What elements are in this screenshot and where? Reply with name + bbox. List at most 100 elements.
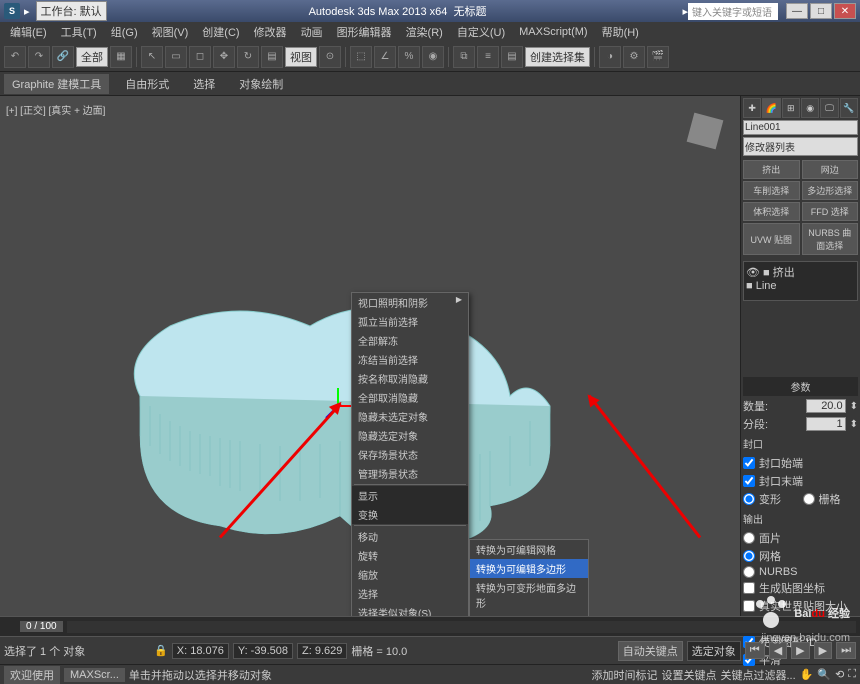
ribbon-graphite[interactable]: Graphite 建模工具 <box>4 74 109 94</box>
keyfilter-button[interactable]: 关键点过滤器... <box>721 667 796 683</box>
viewcube[interactable] <box>680 106 730 156</box>
out-mesh-radio[interactable] <box>743 550 755 562</box>
undo-button[interactable]: ↶ <box>4 46 26 68</box>
ctx-item[interactable]: 选择类似对象(S) <box>352 603 468 616</box>
refcoord-select[interactable]: 视图 <box>285 47 317 67</box>
maxscript-tab[interactable]: MAXScr... <box>64 668 125 682</box>
cap-start-check[interactable] <box>743 457 755 469</box>
play-start[interactable]: ⏮ <box>745 642 765 659</box>
workspace-selector[interactable]: 工作台: 默认 <box>36 1 107 21</box>
menu-create[interactable]: 创建(C) <box>196 22 245 42</box>
material-button[interactable]: ◑ <box>599 46 621 68</box>
object-name-input[interactable] <box>743 120 858 135</box>
menu-animation[interactable]: 动画 <box>295 22 329 42</box>
menu-edit[interactable]: 编辑(E) <box>4 22 53 42</box>
menu-modifiers[interactable]: 修改器 <box>248 22 293 42</box>
ctx-item[interactable]: 旋转 <box>352 546 468 565</box>
panel-tab-motion[interactable]: ◉ <box>801 98 819 118</box>
timeline-position[interactable]: 0 / 100 <box>20 621 63 632</box>
ribbon-paint[interactable]: 对象绘制 <box>231 74 291 94</box>
btn-profile[interactable]: 车削选择 <box>743 181 800 200</box>
btn-polyselect[interactable]: 多边形选择 <box>802 181 859 200</box>
stack-base[interactable]: ■ Line <box>746 280 855 292</box>
gen-coords-check[interactable] <box>743 582 755 594</box>
maximize-button[interactable]: □ <box>810 3 832 19</box>
play-end[interactable]: ⏭ <box>836 642 856 659</box>
welcome-tab[interactable]: 欢迎使用 <box>4 666 60 684</box>
btn-uvw[interactable]: UVW 贴图 <box>743 223 800 255</box>
segments-spinner[interactable]: 1 <box>806 417 846 431</box>
submenu-item[interactable]: 转换为可编辑面片 <box>470 612 588 616</box>
coord-y[interactable]: Y: -39.508 <box>233 643 293 659</box>
ctx-item[interactable]: 视口照明和阴影 <box>352 293 468 312</box>
lock-icon[interactable]: 🔒 <box>154 644 168 657</box>
menu-help[interactable]: 帮助(H) <box>596 22 645 42</box>
named-sel-set[interactable]: 创建选择集 <box>525 47 590 67</box>
nav-pan[interactable]: ✋ <box>800 668 814 681</box>
btn-bevel[interactable]: 网边 <box>802 160 859 179</box>
ctx-item[interactable]: 按名称取消隐藏 <box>352 369 468 388</box>
grid-radio[interactable] <box>803 493 815 505</box>
select-button[interactable]: ↖ <box>141 46 163 68</box>
move-button[interactable]: ✥ <box>213 46 235 68</box>
render-button[interactable]: 🎬 <box>647 46 669 68</box>
nav-max[interactable]: ⛶ <box>848 668 856 681</box>
panel-tab-modify[interactable]: 🌈 <box>762 98 780 118</box>
play-button[interactable]: ▶ <box>791 642 809 659</box>
ctx-item[interactable]: 变换 <box>352 505 468 524</box>
filter-select[interactable]: 全部 <box>76 47 108 67</box>
time-tag[interactable]: 添加时间标记 <box>592 667 658 683</box>
btn-bodyselect[interactable]: 体积选择 <box>743 202 800 221</box>
ctx-item[interactable]: 缩放 <box>352 565 468 584</box>
panel-tab-create[interactable]: ✚ <box>743 98 761 118</box>
menu-tools[interactable]: 工具(T) <box>55 22 103 42</box>
close-button[interactable]: ✕ <box>834 3 856 19</box>
submenu-item[interactable]: 转换为可编辑网格 <box>470 540 588 559</box>
rotate-button[interactable]: ↻ <box>237 46 259 68</box>
btn-ffd[interactable]: FFD 选择 <box>802 202 859 221</box>
mirror-button[interactable]: ⧉ <box>453 46 475 68</box>
ctx-item[interactable]: 隐藏选定对象 <box>352 426 468 445</box>
menu-render[interactable]: 渲染(R) <box>400 22 449 42</box>
amount-spinner[interactable]: 20.0 <box>806 399 846 413</box>
ctx-item[interactable]: 显示 <box>352 486 468 505</box>
submenu-item[interactable]: 转换为可编辑多边形 <box>470 559 588 578</box>
modifier-list[interactable]: 修改器列表 <box>743 137 858 156</box>
play-next[interactable]: ▶ <box>814 642 832 659</box>
panel-tab-hierarchy[interactable]: ⊞ <box>782 98 800 118</box>
play-prev[interactable]: ◀ <box>769 642 787 659</box>
ctx-item[interactable]: 管理场景状态 <box>352 464 468 483</box>
modifier-stack[interactable]: 👁 ■ 挤出 ■ Line <box>743 261 858 301</box>
angle-snap-button[interactable]: ∠ <box>374 46 396 68</box>
ctx-item[interactable]: 移动 <box>352 527 468 546</box>
cap-end-check[interactable] <box>743 475 755 487</box>
ribbon-freeform[interactable]: 自由形式 <box>117 74 177 94</box>
timeline[interactable]: 0 / 100 <box>0 616 860 636</box>
menu-group[interactable]: 组(G) <box>105 22 144 42</box>
ctx-item[interactable]: 选择 <box>352 584 468 603</box>
submenu-item[interactable]: 转换为可变形地面多边形 <box>470 578 588 612</box>
ctx-item[interactable]: 孤立当前选择 <box>352 312 468 331</box>
stack-modifier[interactable]: 👁 ■ 挤出 <box>746 264 855 280</box>
coord-z[interactable]: Z: 9.629 <box>297 643 347 659</box>
center-button[interactable]: ⊙ <box>319 46 341 68</box>
spinner-snap-button[interactable]: ◉ <box>422 46 444 68</box>
scale-button[interactable]: ▤ <box>261 46 283 68</box>
menu-view[interactable]: 视图(V) <box>146 22 195 42</box>
menu-graph[interactable]: 图形编辑器 <box>331 22 398 42</box>
viewport-label[interactable]: [+] [正交] [真实 + 边面] <box>6 102 105 117</box>
percent-snap-button[interactable]: % <box>398 46 420 68</box>
timeline-track[interactable] <box>67 621 856 633</box>
select-name-button[interactable]: ▭ <box>165 46 187 68</box>
nav-orbit[interactable]: ⟲ <box>835 668 844 681</box>
btn-nurbs[interactable]: NURBS 曲面选择 <box>802 223 859 255</box>
ctx-item[interactable]: 全部解冻 <box>352 331 468 350</box>
ctx-item[interactable]: 保存场景状态 <box>352 445 468 464</box>
redo-button[interactable]: ↷ <box>28 46 50 68</box>
panel-tab-display[interactable]: 🖵 <box>820 98 838 118</box>
panel-tab-utilities[interactable]: 🔧 <box>840 98 858 118</box>
layers-button[interactable]: ▤ <box>501 46 523 68</box>
menu-customize[interactable]: 自定义(U) <box>451 22 511 42</box>
help-search[interactable]: 键入关键字或短语 <box>688 3 778 20</box>
link-button[interactable]: 🔗 <box>52 46 74 68</box>
